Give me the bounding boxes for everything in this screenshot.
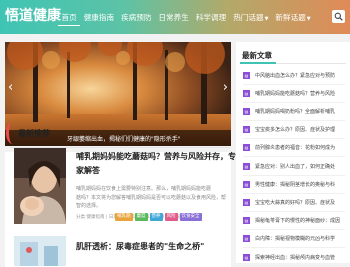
- article-description-line: 智的选择。: [76, 203, 102, 209]
- dialysis-image: [14, 236, 66, 266]
- sidebar-article-item[interactable]: ▤ 前列腺炎患者的福音：花粉如何成为: [243, 142, 347, 154]
- document-icon: ▤: [243, 217, 250, 225]
- sidebar-item-separator: [243, 247, 345, 249]
- tag-badge[interactable]: 风险: [164, 213, 178, 221]
- nav-item-scientific-care[interactable]: 科学调理: [192, 10, 229, 26]
- sidebar-article-title: 宝宝痰多怎么办？原因、症状及护理: [255, 127, 336, 134]
- document-icon: ▤: [243, 198, 250, 206]
- sidebar-article-item[interactable]: ▤ 白内障：揭秘视物模糊的元凶与科学: [243, 233, 347, 245]
- sidebar-article-title: 白内障：揭秘视物模糊的元凶与科学: [255, 236, 336, 243]
- article-thumbnail[interactable]: [14, 148, 66, 224]
- nav-item-hot-topics-label: 热门话题: [233, 13, 264, 22]
- sidebar-item-separator: [243, 210, 345, 212]
- chevron-down-icon: ▼: [264, 16, 269, 22]
- article-title-line[interactable]: 哺乳期妈妈能吃蘑菇吗？营养与风险并存，专: [76, 150, 236, 163]
- search-icon: [334, 12, 343, 21]
- document-icon: ▤: [243, 107, 250, 115]
- document-icon: ▤: [243, 180, 250, 188]
- article-description-line: 菇吗？本文将为您解答哺乳期妈妈是否可以吃蘑菇以及食用风险，帮助您做出明: [76, 194, 226, 201]
- sidebar-item-separator: [243, 192, 345, 194]
- tag-badge[interactable]: 营养: [149, 213, 163, 221]
- tag-badge[interactable]: 蘑菇: [134, 213, 148, 221]
- sidebar-article-title: 紧急应对：别人出血了，如何正确处: [255, 163, 336, 170]
- sidebar-article-title: 中风脑出血怎么办？紧急应对与预防: [255, 72, 336, 79]
- sidebar-item-separator: [243, 138, 345, 140]
- search-button[interactable]: [332, 10, 345, 23]
- article-title-line[interactable]: 家解答: [76, 164, 100, 177]
- document-icon: ▤: [243, 253, 250, 261]
- slider-prev-arrow[interactable]: ‹: [8, 81, 13, 95]
- article-description: 哺乳期妈妈在饮食上需要特别注意。那么，哺乳期妈妈能吃蘑 菇吗？本文将为您解答哺乳…: [76, 185, 226, 211]
- sidebar-article-title: 男性健康：揭秘阴茎增长的奥秘与科: [255, 181, 336, 188]
- mother-baby-image: [14, 148, 66, 224]
- tag-badge[interactable]: 饮食安全: [179, 213, 202, 221]
- main-nav: 首页 健康指南 疾病预防 日常养生 科学调理 热门话题▼ 新鲜话题▼: [58, 10, 314, 26]
- article-tags: 哺乳期 蘑菇 营养 风险 饮食安全: [115, 213, 204, 221]
- top-header: 悟道健康 首页 健康指南 疾病预防 日常养生 科学调理 热门话题▼ 新鲜话题▼: [0, 0, 350, 34]
- nav-item-home[interactable]: 首页: [58, 10, 81, 26]
- sidebar-item-separator: [243, 83, 345, 85]
- document-icon: ▤: [243, 235, 250, 243]
- section-title: 最新推荐: [18, 129, 50, 138]
- sidebar-article-item[interactable]: ▤ 探索神经出血：揭秘颅内病变与血管: [243, 251, 347, 263]
- sidebar-article-item[interactable]: ▤ 中风脑出血怎么办？紧急应对与预防: [243, 69, 347, 81]
- sidebar-article-title: 哺乳期妈妈能吃蘑菇吗？营养与风险: [255, 90, 336, 97]
- sidebar-article-item[interactable]: ▤ 宝宝痰多怎么办？原因、症状及护理: [243, 124, 347, 136]
- sidebar-article-title: 揭秘龟苓膏下的慢性的神秘面纱：成因: [255, 218, 341, 225]
- document-icon: ▤: [243, 162, 250, 170]
- sidebar-item-separator: [243, 174, 345, 176]
- nav-item-new-topics[interactable]: 新鲜话题▼: [272, 10, 314, 26]
- sidebar-item-separator: [243, 156, 345, 158]
- sidebar-article-item[interactable]: ▤ 紧急应对：别人出血了，如何正确处: [243, 160, 347, 172]
- document-icon: ▤: [243, 71, 250, 79]
- sidebar-article-item[interactable]: ▤ 哺乳期妈妈能吃蘑菇吗？营养与风险: [243, 87, 347, 99]
- site-logo[interactable]: 悟道健康: [5, 6, 61, 26]
- document-icon: ▤: [243, 144, 250, 152]
- nav-item-disease-prevention[interactable]: 疾病预防: [118, 10, 155, 26]
- sidebar-article-item[interactable]: ▤ 宝宝吃大蒜真的好吗？原因、症状及: [243, 196, 347, 208]
- article-description-line: 哺乳期妈妈在饮食上需要特别注意。那么，哺乳期妈妈能吃蘑: [76, 186, 212, 192]
- sidebar-item-separator: [243, 229, 345, 231]
- article-thumbnail[interactable]: [14, 236, 66, 266]
- nav-item-health-guide[interactable]: 健康指南: [80, 10, 117, 26]
- sidebar-divider-accent: [240, 62, 276, 64]
- sidebar-article-item[interactable]: ▤ 揭秘龟苓膏下的慢性的神秘面纱：成因: [243, 215, 347, 227]
- sidebar-article-title: 哺乳期妈妈喝奶粉吗？全面解析哺乳: [255, 108, 336, 115]
- nav-item-hot-topics[interactable]: 热门话题▼: [230, 10, 272, 26]
- sidebar-article-title: 宝宝吃大蒜真的好吗？原因、症状及: [255, 199, 336, 206]
- slider-caption-text[interactable]: 牙龈萎缩出血，揭秘们们健康的"隐形杀手": [67, 134, 181, 143]
- sidebar-article-title: 前列腺炎患者的福音：花粉如何成为: [255, 145, 336, 152]
- nav-item-new-topics-label: 新鲜话题: [275, 13, 306, 22]
- sidebar-article-item[interactable]: ▤ 哺乳期妈妈喝奶粉吗？全面解析哺乳: [243, 105, 347, 117]
- article-title-line[interactable]: 肌肝透析：尿毒症患者的"生命之桥": [76, 240, 204, 253]
- sidebar-item-separator: [243, 119, 345, 121]
- document-icon: ▤: [243, 89, 250, 97]
- document-icon: ▤: [243, 126, 250, 134]
- nav-item-daily-wellness[interactable]: 日常养生: [155, 10, 192, 26]
- tag-badge[interactable]: 哺乳期: [115, 213, 133, 221]
- sidebar-article-title: 探索神经出血：揭秘颅内病变与血管: [255, 254, 336, 261]
- sidebar-item-separator: [243, 101, 345, 103]
- sidebar-title: 最新文章: [242, 51, 272, 60]
- sidebar-article-item[interactable]: ▤ 男性健康：揭秘阴茎增长的奥秘与科: [243, 178, 347, 190]
- chevron-down-icon: ▼: [306, 16, 311, 22]
- slider-next-arrow[interactable]: ›: [223, 81, 228, 95]
